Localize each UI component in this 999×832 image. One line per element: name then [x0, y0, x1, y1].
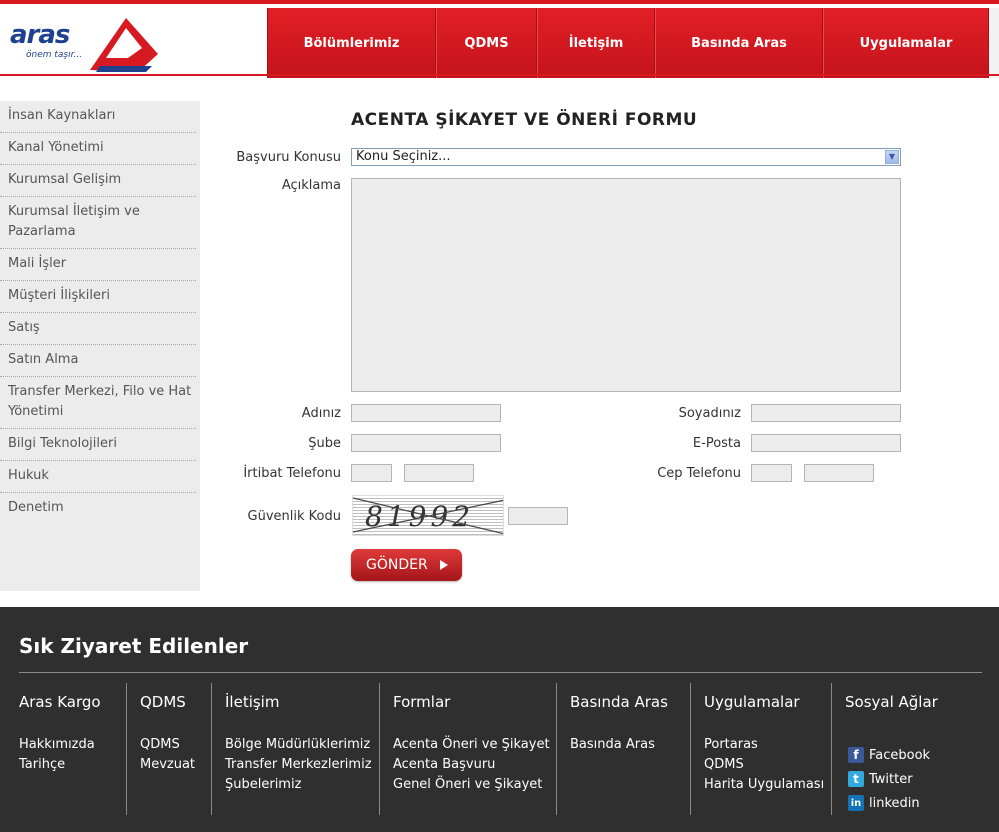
chevron-down-icon[interactable]: ▼: [885, 150, 899, 164]
footer-col-aras-kargo: Aras Kargo Hakkımızda Tarihçe: [19, 683, 126, 815]
sidebar-item-kanal-yonetimi[interactable]: Kanal Yönetimi: [0, 133, 196, 165]
sidebar-item-satis[interactable]: Satış: [0, 313, 196, 345]
page-title: ACENTA ŞİKAYET VE ÖNERİ FORMU: [351, 110, 698, 130]
logo-wordmark: aras: [10, 20, 70, 50]
mobile-number-input[interactable]: [804, 464, 874, 482]
footer-col-uygulamalar: Uygulamalar Portaras QDMS Harita Uygulam…: [690, 683, 831, 815]
sidebar-item-transfer-merkezi[interactable]: Transfer Merkezi, Filo ve Hat Yönetimi: [0, 377, 196, 429]
logo[interactable]: aras önem taşır...: [0, 6, 170, 78]
logo-tagline: önem taşır...: [26, 50, 83, 60]
twitter-icon: t: [848, 771, 864, 787]
footer-col-heading: Basında Aras: [570, 693, 668, 711]
footer-link-bolge-mudurluklerimiz[interactable]: Bölge Müdürlüklerimiz: [225, 735, 372, 755]
surname-input[interactable]: [751, 404, 901, 422]
linkedin-icon: in: [848, 795, 864, 811]
branch-input[interactable]: [351, 434, 501, 452]
play-arrow-icon: [440, 560, 448, 570]
footer-link-qdms[interactable]: QDMS: [140, 735, 195, 755]
footer-col-heading: İletişim: [225, 693, 280, 711]
footer-link-mevzuat[interactable]: Mevzuat: [140, 755, 195, 775]
name-input[interactable]: [351, 404, 501, 422]
sidebar-item-musteri-iliskileri[interactable]: Müşteri İlişkileri: [0, 281, 196, 313]
captcha-label: Güvenlik Kodu: [247, 509, 341, 524]
footer-link-acenta-basvuru[interactable]: Acenta Başvuru: [393, 755, 550, 775]
footer-link-basinda-aras[interactable]: Basında Aras: [570, 735, 655, 755]
footer-col-basinda-aras: Basında Aras Basında Aras: [556, 683, 690, 815]
captcha-image: 81992 2: [352, 495, 504, 536]
footer-link-linkedin[interactable]: in linkedin: [848, 791, 930, 815]
description-textarea[interactable]: [351, 178, 901, 392]
footer-col-heading: QDMS: [140, 693, 186, 711]
subject-label: Başvuru Konusu: [236, 150, 341, 165]
nav-item-uygulamalar[interactable]: Uygulamalar: [823, 8, 989, 78]
sidebar-item-insan-kaynaklari[interactable]: İnsan Kaynakları: [0, 101, 196, 133]
sidebar-item-kurumsal-gelisim[interactable]: Kurumsal Gelişim: [0, 165, 196, 197]
footer-col-formlar: Formlar Acenta Öneri ve Şikayet Acenta B…: [379, 683, 556, 815]
mobile-area-input[interactable]: [751, 464, 792, 482]
sidebar-item-bilgi-teknolojileri[interactable]: Bilgi Teknolojileri: [0, 429, 196, 461]
sidebar-item-kurumsal-iletisim[interactable]: Kurumsal İletişim ve Pazarlama: [0, 197, 196, 249]
footer-col-heading: Formlar: [393, 693, 451, 711]
footer-col-sosyal-aglar: Sosyal Ağlar f Facebook t Twitter in lin…: [831, 683, 981, 815]
footer-link-portaras[interactable]: Portaras: [704, 735, 824, 755]
email-label: E-Posta: [692, 436, 741, 451]
logo-arrow-icon: [90, 18, 158, 72]
footer-link-acenta-oneri-sikayet[interactable]: Acenta Öneri ve Şikayet: [393, 735, 550, 755]
footer-col-qdms: QDMS QDMS Mevzuat: [126, 683, 211, 815]
sidebar-item-hukuk[interactable]: Hukuk: [0, 461, 196, 493]
mobile-label: Cep Telefonu: [657, 466, 741, 481]
sidebar: İnsan Kaynakları Kanal Yönetimi Kurumsal…: [0, 101, 200, 591]
footer-title: Sık Ziyaret Edilenler: [19, 634, 249, 658]
footer-link-twitter[interactable]: t Twitter: [848, 767, 930, 791]
main-nav: Bölümlerimiz QDMS İletişim Basında Aras …: [267, 8, 989, 78]
sidebar-item-satin-alma[interactable]: Satın Alma: [0, 345, 196, 377]
nav-right-edge: [989, 8, 999, 78]
surname-label: Soyadınız: [678, 406, 741, 421]
linkedin-label: linkedin: [869, 795, 920, 811]
description-label: Açıklama: [281, 178, 341, 193]
footer-link-harita-uygulamasi[interactable]: Harita Uygulaması: [704, 775, 824, 795]
footer-divider: [19, 672, 982, 673]
phone-number-input[interactable]: [404, 464, 474, 482]
site-header: aras önem taşır... Bölümlerimiz QDMS İle…: [0, 0, 999, 78]
footer-col-heading: Aras Kargo: [19, 693, 101, 711]
footer-link-qdms-app[interactable]: QDMS: [704, 755, 824, 775]
footer-link-subelerimiz[interactable]: Şubelerimiz: [225, 775, 372, 795]
name-label: Adınız: [301, 406, 341, 421]
nav-item-qdms[interactable]: QDMS: [436, 8, 537, 78]
sidebar-item-mali-isler[interactable]: Mali İşler: [0, 249, 196, 281]
subject-select[interactable]: Konu Seçiniz... ▼: [351, 148, 901, 166]
submit-button[interactable]: GÖNDER: [351, 549, 462, 581]
phone-area-input[interactable]: [351, 464, 392, 482]
sidebar-item-denetim[interactable]: Denetim: [0, 493, 196, 524]
email-input[interactable]: [751, 434, 901, 452]
captcha-input[interactable]: [508, 507, 568, 525]
phone-label: İrtibat Telefonu: [243, 466, 341, 481]
footer-link-facebook[interactable]: f Facebook: [848, 743, 930, 767]
footer-link-transfer-merkezlerimiz[interactable]: Transfer Merkezlerimiz: [225, 755, 372, 775]
branch-label: Şube: [308, 436, 341, 451]
nav-item-bolumlerimiz[interactable]: Bölümlerimiz: [267, 8, 436, 78]
header-divider: [0, 74, 999, 76]
footer-col-heading: Uygulamalar: [704, 693, 800, 711]
submit-button-label: GÖNDER: [366, 557, 428, 573]
footer: Sık Ziyaret Edilenler Aras Kargo Hakkımı…: [0, 607, 999, 832]
footer-link-hakkimizda[interactable]: Hakkımızda: [19, 735, 95, 755]
footer-col-heading: Sosyal Ağlar: [845, 693, 938, 711]
subject-select-value: Konu Seçiniz...: [356, 149, 451, 164]
footer-link-tarihce[interactable]: Tarihçe: [19, 755, 95, 775]
twitter-label: Twitter: [869, 771, 913, 787]
footer-col-iletisim: İletişim Bölge Müdürlüklerimiz Transfer …: [211, 683, 379, 815]
facebook-label: Facebook: [869, 747, 931, 763]
footer-link-genel-oneri-sikayet[interactable]: Genel Öneri ve Şikayet: [393, 775, 550, 795]
facebook-icon: f: [848, 747, 864, 763]
nav-item-iletisim[interactable]: İletişim: [537, 8, 655, 78]
captcha-noise: [353, 497, 503, 535]
nav-item-basinda-aras[interactable]: Basında Aras: [655, 8, 823, 78]
